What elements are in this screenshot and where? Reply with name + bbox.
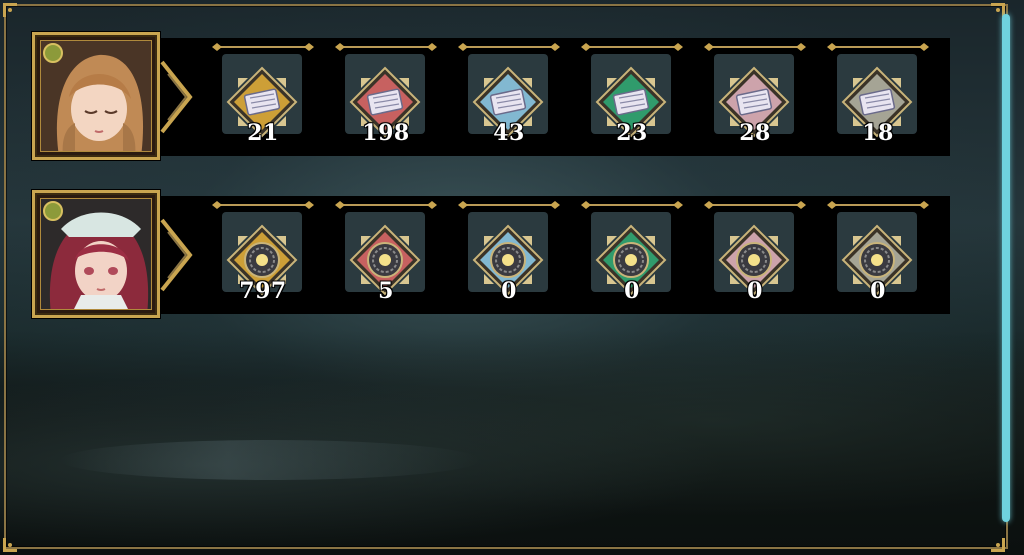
item-count: 0	[870, 278, 886, 304]
material-slot-blue[interactable]: 0	[454, 200, 564, 310]
slot-ornament-bar	[704, 201, 806, 209]
corner-ornament-icon	[2, 537, 18, 553]
item-count: 28	[739, 120, 771, 146]
item-count: 5	[378, 278, 394, 304]
material-slot-blue[interactable]: 43	[454, 42, 564, 152]
slot-ornament-bar	[827, 43, 929, 51]
brown-haired-girl-portrait-icon	[41, 41, 151, 151]
material-slot-green[interactable]: 23	[577, 42, 687, 152]
slot-ornament-bar	[335, 43, 437, 51]
material-slot-pink[interactable]: 0	[700, 200, 810, 310]
item-count: 21	[247, 120, 279, 146]
material-slot-red[interactable]: 198	[331, 42, 441, 152]
slot-ornament-bar	[212, 43, 314, 51]
item-count: 0	[501, 278, 517, 304]
item-count: 198	[362, 120, 410, 146]
character-portrait-2[interactable]	[32, 190, 160, 318]
slot-ornament-bar	[704, 43, 806, 51]
slot-ornament-bar	[335, 201, 437, 209]
material-slot-pink[interactable]: 28	[700, 42, 810, 152]
slot-ornament-bar	[212, 201, 314, 209]
material-slot-silver[interactable]: 18	[823, 42, 933, 152]
item-count: 0	[624, 278, 640, 304]
corner-ornament-icon	[990, 537, 1006, 553]
slot-ornament-bar	[581, 201, 683, 209]
item-count: 43	[493, 120, 525, 146]
slot-ornament-bar	[458, 201, 560, 209]
slot-ornament-bar	[458, 43, 560, 51]
material-slot-gold[interactable]: 797	[208, 200, 318, 310]
slot-ornament-bar	[581, 43, 683, 51]
material-slot-gold[interactable]: 21	[208, 42, 318, 152]
item-count: 18	[862, 120, 894, 146]
item-count: 23	[616, 120, 648, 146]
red-haired-girl-portrait-icon	[41, 199, 151, 309]
material-slot-red[interactable]: 5	[331, 200, 441, 310]
corner-ornament-icon	[2, 2, 18, 18]
item-count: 797	[239, 278, 287, 304]
scrollbar[interactable]	[1002, 14, 1010, 522]
slot-ornament-bar	[827, 201, 929, 209]
character-portrait-1[interactable]	[32, 32, 160, 160]
material-slot-green[interactable]: 0	[577, 200, 687, 310]
material-slot-silver[interactable]: 0	[823, 200, 933, 310]
item-count: 0	[747, 278, 763, 304]
row-arrow-icon	[160, 218, 193, 292]
row-arrow-icon	[160, 60, 193, 134]
